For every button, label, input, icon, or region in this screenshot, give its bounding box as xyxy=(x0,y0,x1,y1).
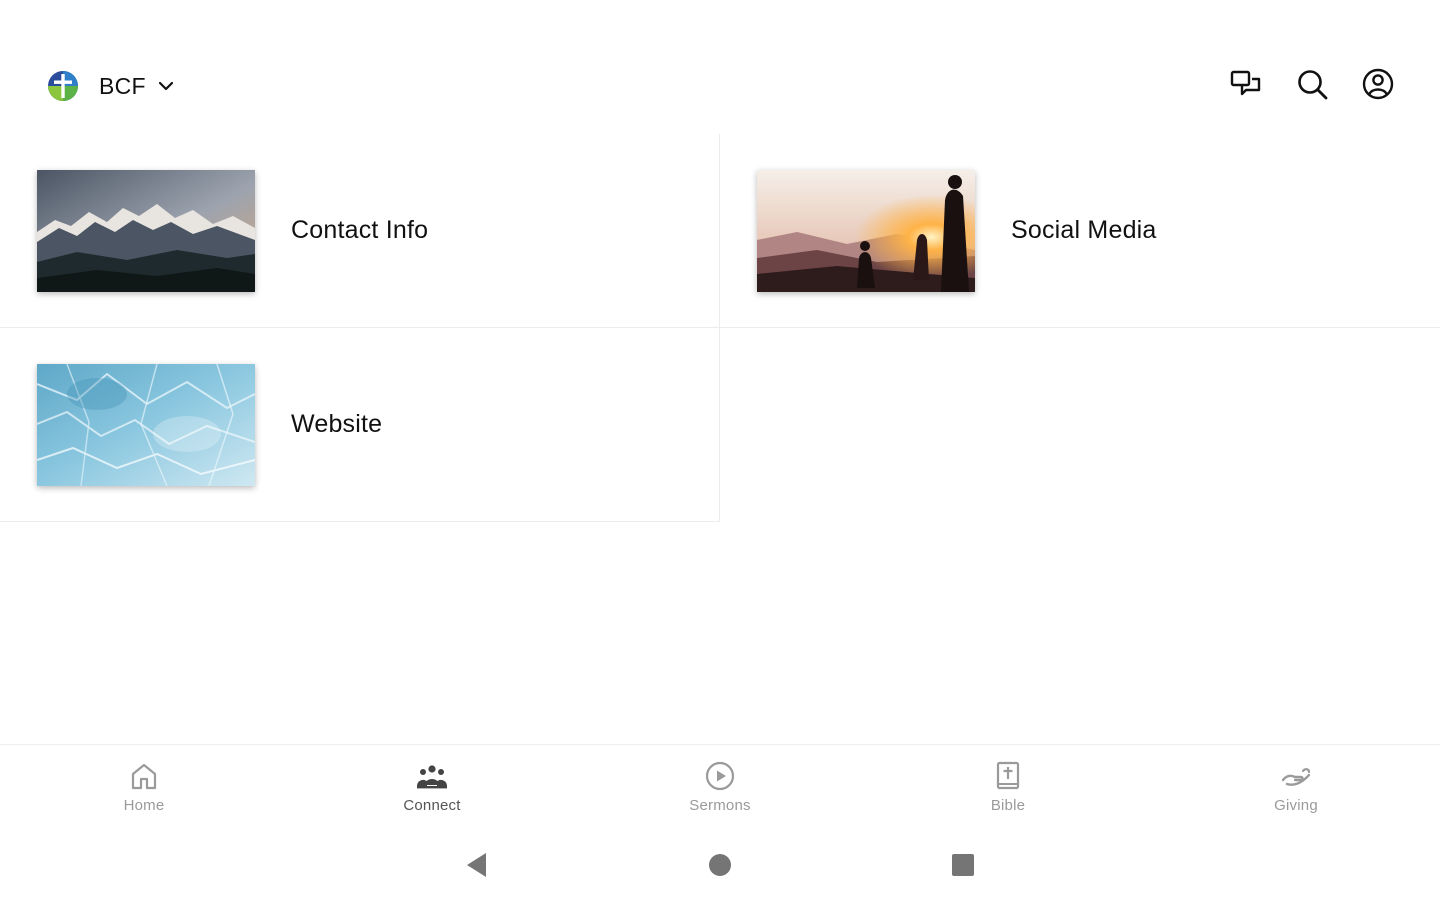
recents-icon[interactable] xyxy=(948,850,978,880)
user-profile-icon[interactable] xyxy=(1356,62,1400,106)
chevron-down-icon xyxy=(156,76,176,96)
snowy-mountains-photo xyxy=(37,169,255,292)
home-icon xyxy=(131,763,157,790)
contact-info-label: Contact Info xyxy=(291,216,429,244)
android-system-bar xyxy=(0,836,1440,894)
nav-connect-label: Connect xyxy=(403,797,461,814)
nav-home[interactable]: Home xyxy=(44,745,244,831)
nav-giving[interactable]: Giving xyxy=(1196,745,1396,831)
nav-bible-label: Bible xyxy=(990,797,1026,814)
social-media-card[interactable]: Social Media xyxy=(720,134,1440,328)
contact-info-card[interactable]: Contact Info xyxy=(0,134,720,328)
sunset-hikers-photo xyxy=(757,169,975,292)
org-name: BCF xyxy=(99,72,146,99)
header-actions xyxy=(1202,62,1400,106)
app-header: BCF xyxy=(0,0,1440,140)
blue-ice-texture-photo xyxy=(37,363,255,486)
bottom-navigation: Home Connect Sermons Bible Giving xyxy=(0,744,1440,831)
play-circle-icon xyxy=(705,761,735,791)
nav-home-label: Home xyxy=(123,797,165,814)
people-icon xyxy=(417,765,447,789)
back-icon[interactable] xyxy=(461,850,491,880)
nav-sermons-label: Sermons xyxy=(689,797,751,814)
home-circle-icon[interactable] xyxy=(705,850,735,880)
social-media-label: Social Media xyxy=(1011,216,1157,244)
chat-icon[interactable] xyxy=(1224,62,1268,106)
search-icon[interactable] xyxy=(1290,62,1334,106)
nav-bible[interactable]: Bible xyxy=(908,745,1108,831)
website-label: Website xyxy=(291,410,383,438)
church-logo-icon xyxy=(46,69,80,103)
nav-connect[interactable]: Connect xyxy=(332,745,532,831)
org-switcher[interactable]: BCF xyxy=(46,66,176,106)
giving-hand-icon xyxy=(1281,768,1311,786)
nav-sermons[interactable]: Sermons xyxy=(620,745,820,831)
bible-icon xyxy=(996,761,1020,790)
nav-giving-label: Giving xyxy=(1274,797,1318,814)
website-card[interactable]: Website xyxy=(0,328,720,522)
